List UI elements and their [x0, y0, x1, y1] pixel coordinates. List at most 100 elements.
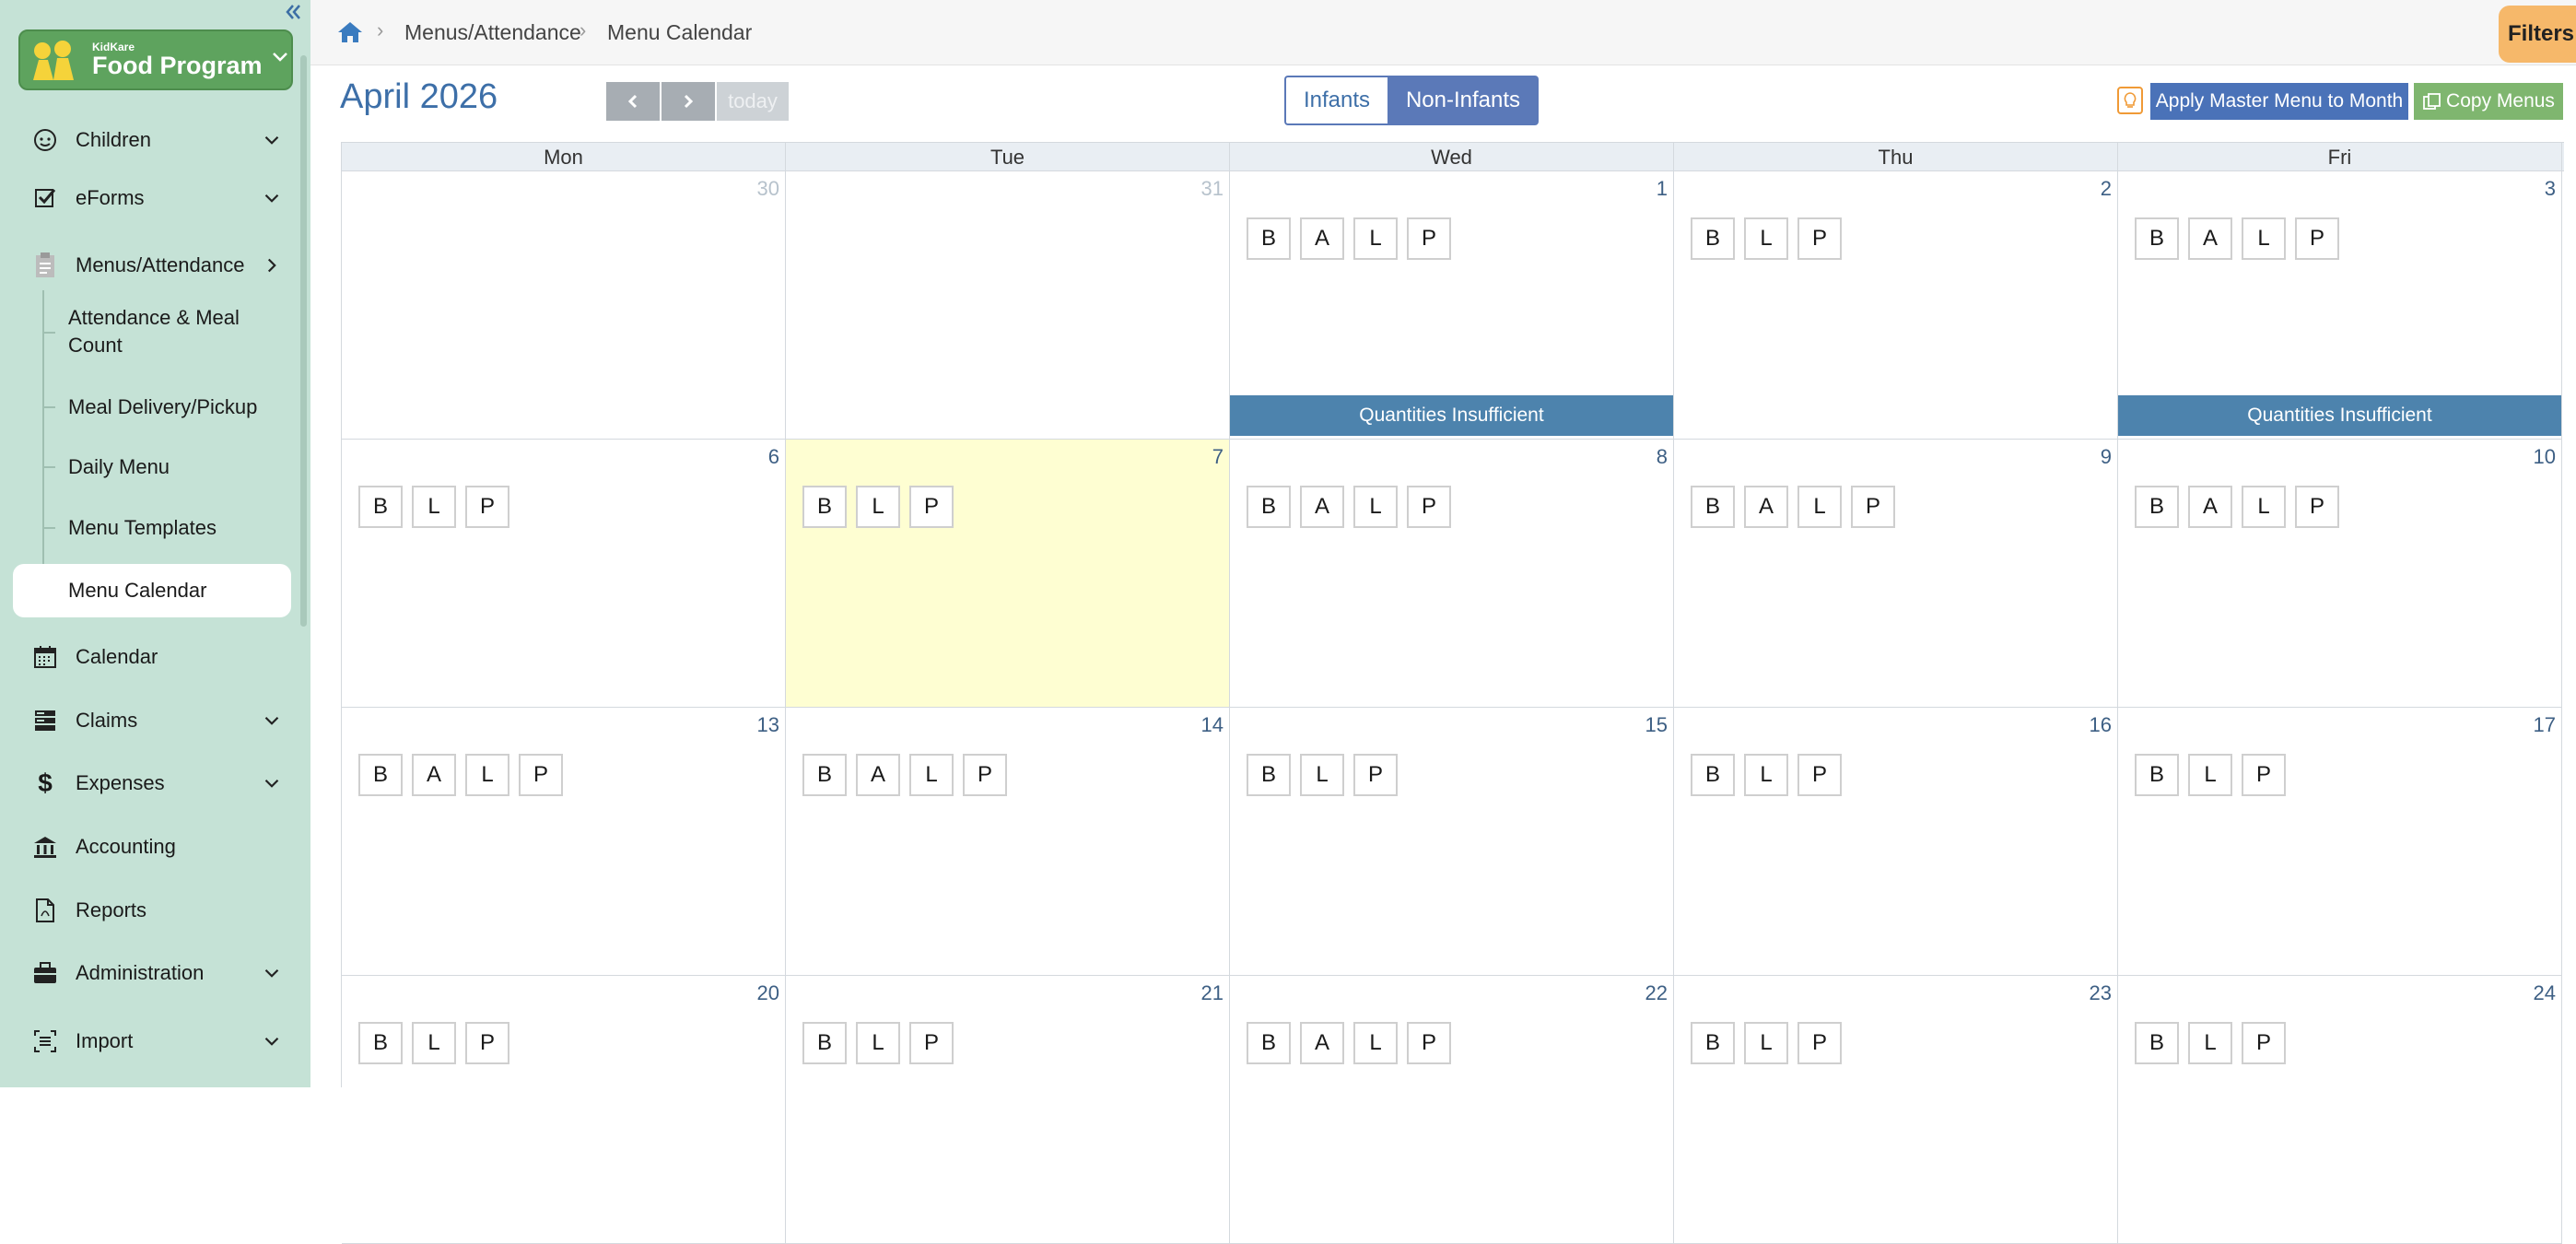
meal-button[interactable]: P	[2242, 754, 2286, 796]
day-number[interactable]: 2	[2101, 177, 2112, 201]
sidebar-item-reports[interactable]: Reports	[13, 883, 295, 938]
meal-button[interactable]: B	[1691, 486, 1735, 528]
calendar-day-cell[interactable]: 31	[786, 171, 1230, 440]
meal-button[interactable]: L	[2242, 486, 2286, 528]
meal-button[interactable]: B	[358, 754, 403, 796]
meal-button[interactable]: L	[1353, 1022, 1398, 1064]
day-number[interactable]: 13	[757, 713, 779, 737]
meal-button[interactable]: B	[2135, 1022, 2179, 1064]
quantities-insufficient-banner[interactable]: Quantities Insufficient	[1230, 395, 1673, 436]
meal-button[interactable]: P	[1797, 1022, 1842, 1064]
meal-button[interactable]: P	[1851, 486, 1895, 528]
calendar-day-cell[interactable]: 13 B A L P	[342, 708, 786, 976]
calendar-day-cell[interactable]: 17 B L P	[2118, 708, 2562, 976]
sidebar-item-accounting[interactable]: Accounting	[13, 819, 295, 874]
sidebar-subitem-menu-calendar[interactable]: Menu Calendar	[13, 564, 291, 617]
meal-button[interactable]: B	[1247, 217, 1291, 260]
day-number[interactable]: 7	[1212, 445, 1224, 469]
meal-button[interactable]: L	[2242, 217, 2286, 260]
meal-button[interactable]: P	[1797, 754, 1842, 796]
meal-button[interactable]: B	[358, 486, 403, 528]
meal-button[interactable]: P	[465, 486, 509, 528]
meal-button[interactable]: B	[2135, 217, 2179, 260]
sidebar-item-expenses[interactable]: $ Expenses	[13, 756, 295, 811]
calendar-day-cell[interactable]: 16 B L P	[1674, 708, 2118, 976]
day-number[interactable]: 8	[1657, 445, 1668, 469]
meal-button[interactable]: A	[1300, 486, 1344, 528]
sidebar-item-eforms[interactable]: eForms	[13, 170, 295, 226]
collapse-sidebar-icon[interactable]	[282, 2, 306, 26]
meal-button[interactable]: P	[2295, 486, 2339, 528]
day-number[interactable]: 31	[1201, 177, 1224, 201]
meal-button[interactable]: P	[1407, 1022, 1451, 1064]
meal-button[interactable]: P	[1407, 486, 1451, 528]
sidebar-item-import[interactable]: Import	[13, 1014, 295, 1069]
day-number[interactable]: 21	[1201, 981, 1224, 1005]
prev-month-button[interactable]	[606, 82, 660, 121]
apply-master-menu-button[interactable]: Apply Master Menu to Month	[2150, 83, 2408, 120]
day-number[interactable]: 22	[1645, 981, 1668, 1005]
meal-button[interactable]: L	[1797, 486, 1842, 528]
meal-button[interactable]: P	[2295, 217, 2339, 260]
meal-button[interactable]: P	[963, 754, 1007, 796]
meal-button[interactable]: L	[1353, 486, 1398, 528]
next-month-button[interactable]	[662, 82, 715, 121]
calendar-day-cell[interactable]: 23 B L P	[1674, 976, 2118, 1244]
lightbulb-icon[interactable]	[2117, 87, 2143, 114]
meal-button[interactable]: B	[1691, 754, 1735, 796]
sidebar-subitem-daily-menu[interactable]: Daily Menu	[13, 453, 291, 481]
meal-button[interactable]: L	[1300, 754, 1344, 796]
day-number[interactable]: 15	[1645, 713, 1668, 737]
day-number[interactable]: 14	[1201, 713, 1224, 737]
meal-button[interactable]: B	[1691, 1022, 1735, 1064]
meal-button[interactable]: L	[909, 754, 954, 796]
meal-button[interactable]: A	[1744, 486, 1788, 528]
meal-button[interactable]: A	[412, 754, 456, 796]
calendar-day-cell[interactable]: 2 BLP	[1674, 171, 2118, 440]
calendar-day-cell[interactable]: 21 B L P	[786, 976, 1230, 1244]
app-logo[interactable]: KidKare Food Program	[18, 29, 293, 90]
sidebar-scrollbar[interactable]	[300, 55, 307, 627]
filters-button[interactable]: Filters	[2499, 6, 2576, 63]
meal-button[interactable]: B	[2135, 754, 2179, 796]
breadcrumb-section[interactable]: Menus/Attendance	[404, 20, 581, 45]
sidebar-subitem-attendance-meal-count[interactable]: Attendance & Meal Count	[13, 304, 291, 359]
calendar-day-cell[interactable]: 3 B A L P Quantities Insufficient	[2118, 171, 2562, 440]
day-number[interactable]: 6	[768, 445, 779, 469]
calendar-day-cell[interactable]: 20 B L P	[342, 976, 786, 1244]
calendar-day-cell[interactable]: 9 BALP	[1674, 440, 2118, 708]
meal-button[interactable]: P	[465, 1022, 509, 1064]
meal-button[interactable]: B	[2135, 486, 2179, 528]
calendar-day-cell[interactable]: 6 BLP	[342, 440, 786, 708]
calendar-day-cell[interactable]: 14 B A L P	[786, 708, 1230, 976]
infants-tab[interactable]: Infants	[1284, 76, 1388, 125]
meal-button[interactable]: B	[358, 1022, 403, 1064]
meal-button[interactable]: A	[1300, 217, 1344, 260]
calendar-day-cell[interactable]: 22 B A L P	[1230, 976, 1674, 1244]
meal-button[interactable]: A	[2188, 486, 2232, 528]
sidebar-item-administration[interactable]: Administration	[13, 945, 295, 1001]
meal-button[interactable]: L	[2188, 1022, 2232, 1064]
meal-button[interactable]: B	[1247, 754, 1291, 796]
meal-button[interactable]: B	[802, 754, 847, 796]
meal-button[interactable]: B	[1247, 486, 1291, 528]
calendar-day-cell[interactable]: 7 BLP	[786, 440, 1230, 708]
meal-button[interactable]: P	[909, 486, 954, 528]
sidebar-item-menus-attendance[interactable]: Menus/Attendance	[13, 238, 295, 293]
meal-button[interactable]: P	[519, 754, 563, 796]
day-number[interactable]: 10	[2534, 445, 2556, 469]
meal-button[interactable]: P	[1353, 754, 1398, 796]
day-number[interactable]: 16	[2090, 713, 2112, 737]
meal-button[interactable]: A	[1300, 1022, 1344, 1064]
meal-button[interactable]: B	[802, 486, 847, 528]
quantities-insufficient-banner[interactable]: Quantities Insufficient	[2118, 395, 2561, 436]
day-number[interactable]: 17	[2534, 713, 2556, 737]
day-number[interactable]: 23	[2090, 981, 2112, 1005]
sidebar-item-calendar[interactable]: Calendar	[13, 629, 295, 685]
meal-button[interactable]: B	[1247, 1022, 1291, 1064]
meal-button[interactable]: L	[1744, 217, 1788, 260]
meal-button[interactable]: A	[2188, 217, 2232, 260]
sidebar-subitem-menu-templates[interactable]: Menu Templates	[13, 514, 291, 542]
calendar-day-cell[interactable]: 8 BALP	[1230, 440, 1674, 708]
meal-button[interactable]: P	[909, 1022, 954, 1064]
